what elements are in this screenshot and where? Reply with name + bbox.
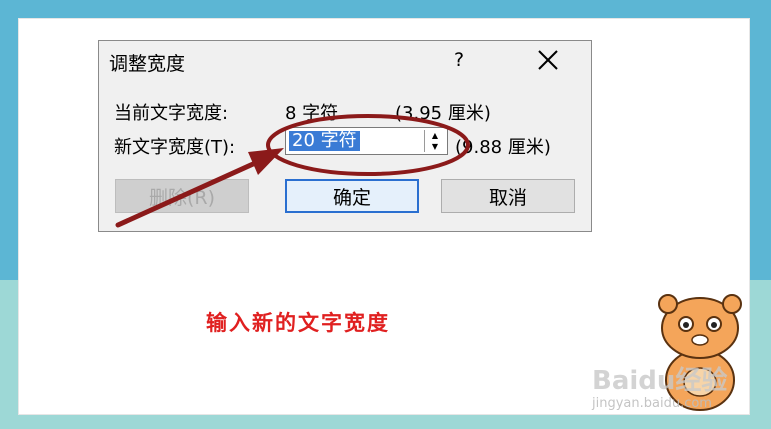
- delete-button[interactable]: 删除(R): [115, 179, 249, 213]
- adjust-width-dialog: 调整宽度 ? 当前文字宽度: 8 字符 (3.95 厘米) 新文字宽度(T): …: [98, 40, 592, 232]
- new-width-input[interactable]: 20 字符 ▲ ▼: [285, 127, 448, 155]
- spin-up-button[interactable]: ▲: [425, 130, 445, 141]
- new-width-value: 20 字符: [289, 131, 360, 151]
- cancel-button[interactable]: 取消: [441, 179, 575, 213]
- triangle-up-icon: ▲: [431, 131, 439, 140]
- dialog-title: 调整宽度: [109, 53, 186, 75]
- instruction-text: 输入新的文字宽度: [206, 310, 390, 335]
- new-width-label: 新文字宽度(T):: [114, 137, 236, 158]
- spin-down-button[interactable]: ▼: [425, 141, 445, 152]
- close-button[interactable]: [535, 45, 561, 75]
- triangle-down-icon: ▼: [431, 142, 439, 151]
- baidu-watermark: Baidu经验: [592, 366, 728, 396]
- current-width-cm: (3.95 厘米): [395, 103, 491, 124]
- new-width-cm: (9.88 厘米): [455, 137, 551, 158]
- watermark-url: jingyan.baidu.com: [592, 396, 712, 411]
- ok-button[interactable]: 确定: [285, 179, 419, 213]
- help-button[interactable]: ?: [454, 49, 464, 71]
- current-width-chars: 8 字符: [285, 103, 339, 124]
- current-width-label: 当前文字宽度:: [114, 103, 229, 124]
- close-icon: [538, 50, 558, 70]
- spin-buttons: ▲ ▼: [424, 130, 445, 152]
